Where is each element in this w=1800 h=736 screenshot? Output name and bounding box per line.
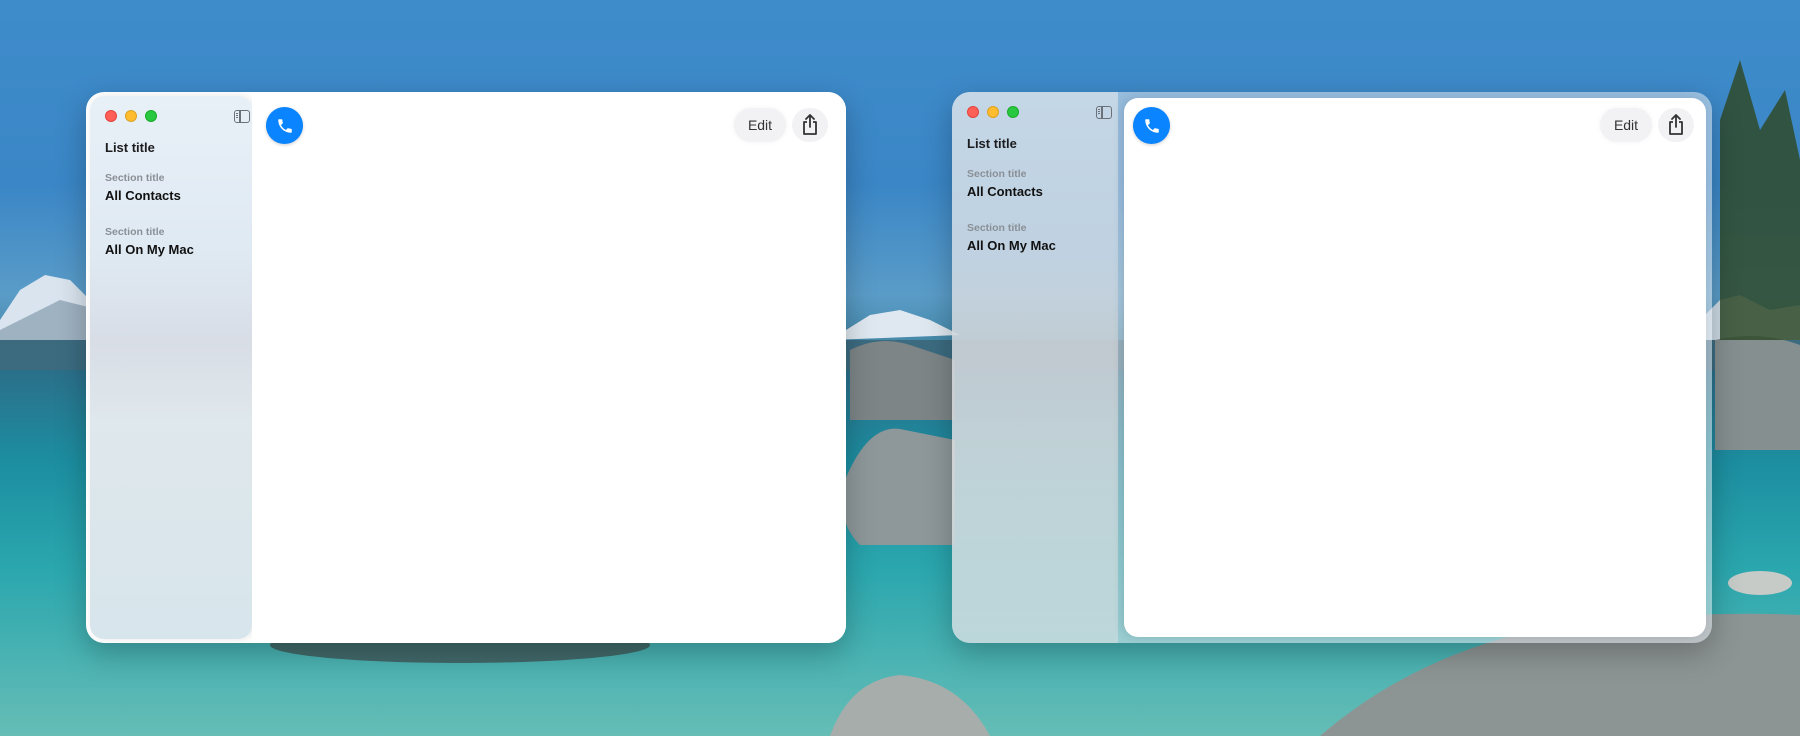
sidebar-item-all-on-my-mac[interactable]: All On My Mac	[105, 242, 194, 257]
contacts-window-right: List title Section title All Contacts Se…	[952, 92, 1712, 643]
phone-icon	[1144, 118, 1159, 133]
close-button[interactable]	[967, 106, 979, 118]
sidebar-toggle-icon[interactable]	[1096, 106, 1112, 119]
call-button[interactable]	[1133, 107, 1170, 144]
sidebar: List title Section title All Contacts Se…	[90, 96, 252, 639]
zoom-button[interactable]	[1007, 106, 1019, 118]
window-controls	[967, 106, 1019, 118]
sidebar-item-all-on-my-mac[interactable]: All On My Mac	[967, 238, 1056, 253]
list-title: List title	[105, 140, 155, 155]
phone-icon	[277, 118, 292, 133]
sidebar-section: Section title All On My Mac	[105, 226, 194, 257]
close-button[interactable]	[105, 110, 117, 122]
sidebar-section: Section title All Contacts	[105, 172, 181, 203]
sidebar-item-all-contacts[interactable]: All Contacts	[967, 184, 1043, 199]
section-title: Section title	[105, 226, 165, 238]
sidebar-section: Section title All On My Mac	[967, 222, 1056, 253]
sidebar: List title Section title All Contacts Se…	[952, 92, 1118, 643]
sidebar-section: Section title All Contacts	[967, 168, 1043, 199]
list-title: List title	[967, 136, 1017, 151]
sidebar-toggle-icon[interactable]	[234, 110, 250, 123]
detail-pane: Edit	[1124, 98, 1706, 637]
share-button[interactable]	[1658, 108, 1694, 142]
section-title: Section title	[967, 222, 1027, 234]
minimize-button[interactable]	[987, 106, 999, 118]
share-button[interactable]	[792, 108, 828, 142]
edit-button[interactable]: Edit	[734, 108, 786, 142]
sidebar-item-all-contacts[interactable]: All Contacts	[105, 188, 181, 203]
window-controls	[105, 110, 157, 122]
section-title: Section title	[967, 168, 1027, 180]
call-button[interactable]	[266, 107, 303, 144]
edit-button[interactable]: Edit	[1600, 108, 1652, 142]
minimize-button[interactable]	[125, 110, 137, 122]
detail-pane: Edit	[252, 92, 846, 643]
share-icon	[803, 114, 817, 135]
zoom-button[interactable]	[145, 110, 157, 122]
contacts-window-left: List title Section title All Contacts Se…	[86, 92, 846, 643]
share-icon	[1669, 114, 1683, 135]
section-title: Section title	[105, 172, 165, 184]
